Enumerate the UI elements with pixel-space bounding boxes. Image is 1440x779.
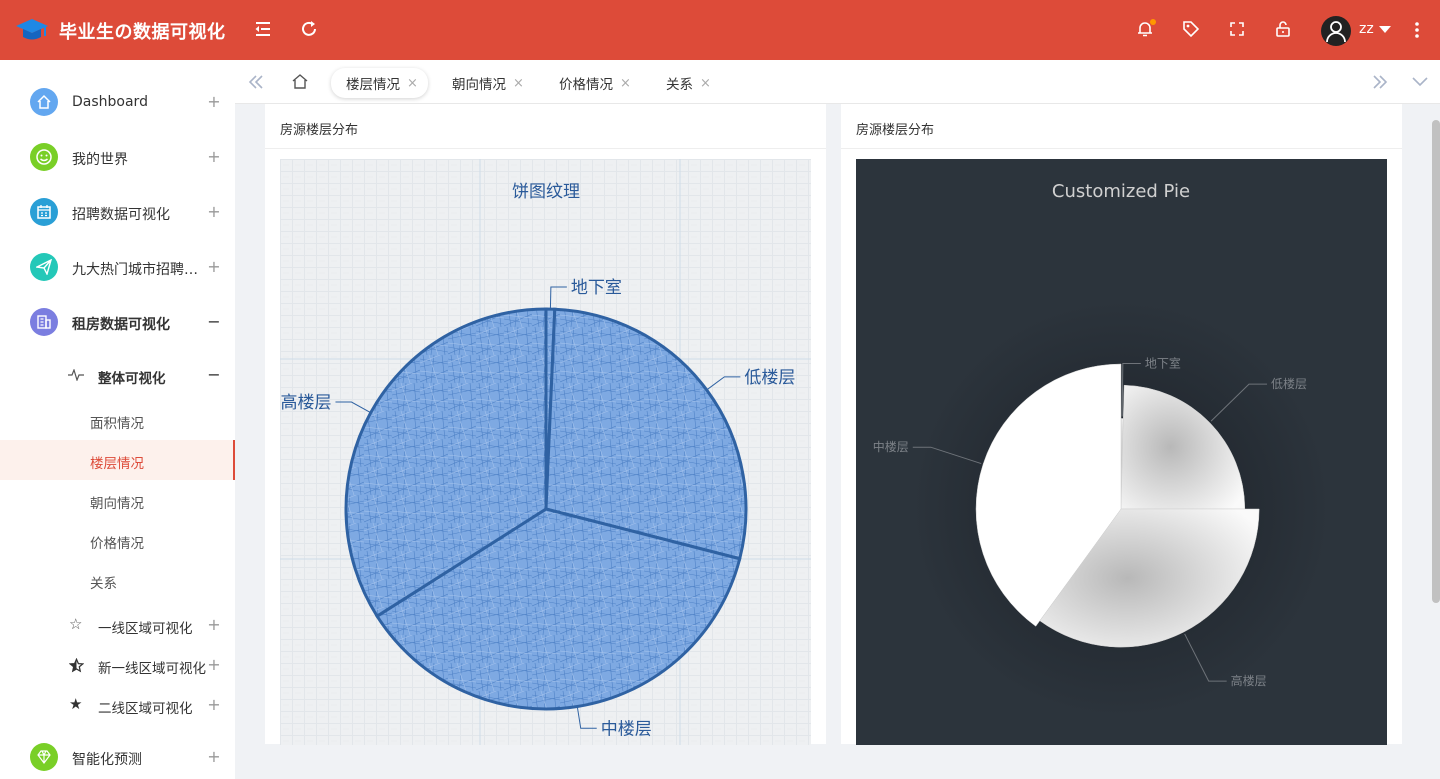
star-half-icon — [69, 658, 84, 673]
card-title: 房源楼层分布 — [856, 123, 935, 138]
close-icon[interactable]: × — [407, 76, 418, 91]
divider — [265, 148, 826, 149]
tag-icon[interactable] — [1180, 18, 1202, 40]
sidebar-subitem-relation[interactable]: 关系 — [0, 560, 235, 600]
sidebar-item-label: 招聘数据可视化 — [72, 207, 170, 223]
tab-orientation[interactable]: 朝向情况 × — [452, 68, 524, 98]
sidebar-item-label: 九大热门城市招聘数据可视化 — [72, 262, 208, 278]
sidebar-item-dashboard[interactable]: Dashboard + — [0, 82, 235, 122]
expand-icon[interactable]: + — [207, 695, 221, 714]
slice-label: 中楼层 — [873, 439, 909, 454]
tab-floor[interactable]: 楼层情况 × — [331, 68, 428, 98]
lock-icon[interactable] — [1272, 18, 1294, 40]
sidebar-item-prediction[interactable]: 智能化预测 + — [0, 737, 235, 777]
top-header: 毕业生の数据可视化 zz — [0, 0, 1440, 60]
calendar-icon — [30, 198, 58, 226]
pulse-icon — [68, 369, 84, 381]
more-vertical-icon[interactable] — [1414, 21, 1420, 39]
card-title: 房源楼层分布 — [280, 123, 359, 138]
username[interactable]: zz — [1359, 21, 1374, 37]
diamond-icon — [30, 743, 58, 771]
collapse-icon[interactable]: − — [207, 365, 221, 384]
scroll-right-icon[interactable] — [1372, 75, 1388, 89]
sidebar-item-tier1[interactable]: ☆ 一线区域可视化 + — [0, 605, 235, 645]
caret-down-icon[interactable] — [1379, 26, 1391, 34]
expand-icon[interactable]: + — [207, 615, 221, 634]
notification-dot — [1150, 19, 1156, 25]
chart-card-textured: 房源楼层分布 地下室低楼层中楼层 高楼层 饼图纹理 — [265, 104, 826, 745]
slice-label: 地下室 — [571, 278, 622, 298]
sidebar: Dashboard + 我的世界 + 招聘数据可视化 + 九大热门城市招聘数据可… — [0, 60, 235, 779]
home-icon — [30, 88, 58, 116]
chevron-down-icon[interactable] — [1412, 77, 1428, 87]
sidebar-item-label: Dashboard — [72, 94, 148, 110]
sidebar-item-hot-cities[interactable]: 九大热门城市招聘数据可视化 + — [0, 247, 235, 287]
close-icon[interactable]: × — [620, 76, 631, 91]
divider — [841, 148, 1402, 149]
sidebar-subitem-area[interactable]: 面积情况 — [0, 400, 235, 440]
smile-icon — [30, 143, 58, 171]
slice-label: 高楼层 — [280, 393, 331, 413]
slice-label: 中楼层 — [601, 719, 652, 739]
collapse-icon[interactable]: − — [207, 312, 221, 331]
sidebar-subitem-orientation[interactable]: 朝向情况 — [0, 480, 235, 520]
expand-icon[interactable]: + — [207, 92, 221, 111]
refresh-icon[interactable] — [298, 18, 320, 40]
expand-icon[interactable]: + — [207, 202, 221, 221]
graduation-cap-icon — [16, 19, 48, 40]
slice-label: 低楼层 — [1271, 376, 1307, 391]
chart-title: Customized Pie — [1052, 181, 1190, 202]
expand-icon[interactable]: + — [207, 257, 221, 276]
tab-relation[interactable]: 关系 × — [666, 68, 711, 98]
sidebar-group-overall[interactable]: 整体可视化 − — [0, 355, 235, 395]
send-icon — [30, 253, 58, 281]
sidebar-item-label: 租房数据可视化 — [72, 317, 170, 333]
slice-label: 高楼层 — [1231, 673, 1267, 688]
scroll-left-icon[interactable] — [248, 75, 264, 89]
expand-icon[interactable]: + — [207, 747, 221, 766]
user-avatar-icon[interactable] — [1321, 16, 1351, 46]
bell-icon[interactable] — [1134, 18, 1156, 40]
star-outline-icon: ☆ — [69, 615, 83, 633]
sidebar-subitem-price[interactable]: 价格情况 — [0, 520, 235, 560]
textured-pie-chart: 地下室低楼层中楼层 高楼层 饼图纹理 — [280, 159, 811, 745]
close-icon[interactable]: × — [513, 76, 524, 91]
sidebar-item-tier2[interactable]: ★ 二线区域可视化 + — [0, 685, 235, 725]
sidebar-subitem-floor[interactable]: 楼层情况 — [0, 440, 235, 480]
app-title: 毕业生の数据可视化 — [59, 22, 226, 43]
tab-price[interactable]: 价格情况 × — [559, 68, 631, 98]
sidebar-item-new-tier1[interactable]: 新一线区域可视化 + — [0, 645, 235, 685]
building-icon — [30, 308, 58, 336]
slice-label: 地下室 — [1145, 355, 1181, 370]
sidebar-item-label: 我的世界 — [72, 152, 128, 168]
home-icon[interactable] — [291, 73, 309, 90]
slice-label: 低楼层 — [744, 368, 795, 388]
fullscreen-icon[interactable] — [1226, 18, 1248, 40]
close-icon[interactable]: × — [700, 76, 711, 91]
menu-fold-icon[interactable] — [252, 18, 274, 40]
sidebar-item-my-world[interactable]: 我的世界 + — [0, 137, 235, 177]
expand-icon[interactable]: + — [207, 147, 221, 166]
expand-icon[interactable]: + — [207, 655, 221, 674]
star-filled-icon: ★ — [69, 695, 83, 713]
tab-bar: 楼层情况 × 朝向情况 × 价格情况 × 关系 × — [235, 60, 1440, 104]
page-scrollbar[interactable] — [1432, 120, 1440, 603]
customized-pie-chart: 地下室低楼层高楼层 中楼层 Customized Pie — [856, 159, 1387, 745]
sidebar-item-rental[interactable]: 租房数据可视化 − — [0, 302, 235, 342]
sidebar-item-label: 智能化预测 — [72, 752, 142, 768]
chart-card-custom: 房源楼层分布 地下室低楼层高楼层 中楼层 Customized Pie — [841, 104, 1402, 745]
chart-title: 饼图纹理 — [512, 182, 580, 202]
sidebar-item-recruitment[interactable]: 招聘数据可视化 + — [0, 192, 235, 232]
